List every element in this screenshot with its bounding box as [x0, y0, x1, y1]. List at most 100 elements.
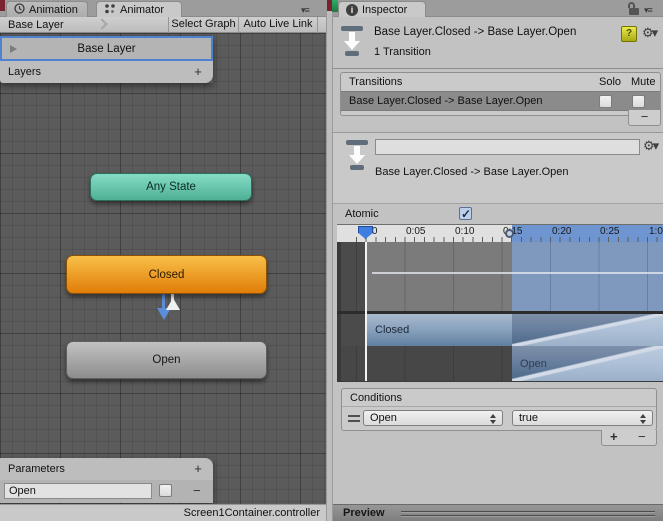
transition-list-row[interactable]: Base Layer.Closed -> Base Layer.Open: [341, 91, 660, 111]
transitions-group: Transitions Solo Mute Base Layer.Closed …: [340, 72, 661, 116]
transition-row-label: Base Layer.Closed -> Base Layer.Open: [349, 95, 543, 107]
remove-condition-button[interactable]: −: [638, 430, 646, 444]
parameters-header-label: Parameters: [8, 463, 65, 475]
tab-inspector[interactable]: Inspector: [338, 1, 426, 17]
controller-path-label: Screen1Container.controller: [183, 507, 320, 519]
add-parameter-button[interactable]: +: [191, 458, 205, 480]
tick-label: 1:00: [649, 226, 663, 237]
help-icon[interactable]: [621, 26, 637, 42]
state-node-closed[interactable]: Closed: [66, 255, 267, 294]
breadcrumb[interactable]: Base Layer: [8, 18, 64, 32]
parameters-panel: Parameters + −: [0, 458, 213, 503]
animator-toolbar: Base Layer Select Graph Auto Live Link: [0, 17, 326, 33]
panel-menu-icon[interactable]: [644, 5, 662, 17]
panel-splitter[interactable]: [326, 0, 333, 521]
timeline-gridlines: [341, 242, 663, 311]
atomic-label: Atomic: [345, 208, 379, 220]
playhead-line[interactable]: [365, 242, 367, 381]
layer-item-base-layer[interactable]: Base Layer: [0, 36, 213, 61]
layers-header-label: Layers: [8, 66, 42, 78]
conditions-group: Conditions Open true: [341, 388, 657, 431]
info-icon: [346, 3, 358, 16]
layer-item-label: Base Layer: [77, 42, 136, 55]
transition-detail-label: Base Layer.Closed -> Base Layer.Open: [375, 166, 569, 178]
inspector-header: Base Layer.Closed -> Base Layer.Open 1 T…: [333, 17, 663, 69]
gear-icon[interactable]: [643, 139, 657, 153]
state-label: Open: [152, 354, 181, 366]
parameter-row: −: [0, 480, 213, 503]
tab-animator-label: Animator: [120, 3, 165, 16]
fade-out-wedge: [512, 314, 663, 346]
condition-value-dropdown[interactable]: true: [512, 410, 653, 426]
condition-value: true: [519, 412, 538, 424]
tick-label: 0:20: [552, 226, 572, 237]
tick-label: 0:10: [455, 226, 475, 237]
panel-menu-icon[interactable]: [301, 5, 319, 17]
tick-label: 0:05: [406, 226, 426, 237]
unity-editor-window: Animation Animator Base Layer Select Gra…: [0, 0, 663, 521]
clock-icon: [14, 2, 25, 17]
mute-column-label: Mute: [631, 76, 656, 88]
tab-animator[interactable]: Animator: [96, 1, 182, 17]
transition-start-marker[interactable]: [505, 229, 514, 238]
transition-arrowhead-up-icon: [166, 298, 180, 310]
transition-count: 1 Transition: [374, 46, 431, 58]
clip-label: Open: [520, 357, 547, 370]
transitions-group-header: Transitions Solo Mute: [341, 73, 660, 91]
dock-indicator-red: [0, 0, 5, 11]
auto-live-link-button[interactable]: Auto Live Link: [238, 17, 318, 33]
transitions-group-footer: [341, 111, 660, 115]
parameters-header: Parameters +: [0, 458, 213, 480]
state-node-any-state[interactable]: Any State: [90, 173, 252, 201]
preview-drag-handle[interactable]: [401, 511, 655, 517]
reorder-handle-icon[interactable]: [348, 415, 360, 422]
add-condition-button[interactable]: +: [610, 430, 618, 444]
blend-band: [341, 242, 663, 311]
condition-parameter-value: Open: [370, 412, 397, 424]
inspector-panel: Inspector Base Layer.Closed -> Base Laye…: [327, 0, 663, 521]
transitions-header-label: Transitions: [349, 76, 403, 88]
transition-title: Base Layer.Closed -> Base Layer.Open: [374, 26, 577, 38]
conditions-header-label: Conditions: [350, 392, 402, 404]
gear-icon[interactable]: [642, 26, 656, 40]
solo-checkbox[interactable]: [599, 95, 612, 108]
conditions-add-remove: + −: [601, 430, 657, 446]
select-graph-button[interactable]: Select Graph: [168, 17, 238, 33]
layers-header: Layers +: [0, 61, 213, 83]
status-bar: Screen1Container.controller: [0, 504, 326, 521]
lock-icon[interactable]: [627, 2, 640, 15]
conditions-header: Conditions: [342, 389, 656, 407]
mute-checkbox[interactable]: [632, 95, 645, 108]
inspector-tab-bar: Inspector: [327, 0, 663, 17]
tab-animation[interactable]: Animation: [6, 1, 88, 17]
state-label: Closed: [148, 268, 185, 281]
animator-graph-canvas[interactable]: Any State Closed Open Base Layer Layers …: [0, 33, 326, 504]
dropdown-arrows-icon: [490, 414, 497, 424]
transition-icon: [346, 140, 368, 172]
condition-row: Open true: [342, 407, 656, 430]
transition-timeline: 0:00 0:05 0:10 0:15 0:20 0:25 1:00: [337, 224, 663, 382]
state-node-open[interactable]: Open: [66, 341, 267, 379]
transition-detail-box: Base Layer.Closed -> Base Layer.Open: [333, 132, 663, 204]
solo-column-label: Solo: [599, 76, 622, 88]
blend-curve-line: [372, 272, 663, 274]
add-layer-button[interactable]: +: [191, 61, 205, 83]
layers-panel: Base Layer Layers +: [0, 36, 213, 83]
timeline-ruler[interactable]: 0:00 0:05 0:10 0:15 0:20 0:25 1:00: [337, 225, 663, 242]
atomic-checkbox[interactable]: [459, 207, 472, 221]
preview-bar[interactable]: Preview: [333, 504, 663, 521]
tab-animation-label: Animation: [29, 3, 78, 16]
tab-inspector-label: Inspector: [362, 3, 408, 16]
transition-name-input[interactable]: [375, 139, 640, 155]
parameter-value-checkbox[interactable]: [159, 484, 172, 497]
remove-transition-button[interactable]: −: [628, 110, 661, 126]
breadcrumb-chevron-icon: [96, 18, 108, 30]
remove-parameter-button[interactable]: −: [193, 483, 201, 498]
condition-parameter-dropdown[interactable]: Open: [363, 410, 503, 426]
preview-label: Preview: [343, 507, 385, 519]
foldout-triangle-icon[interactable]: [10, 45, 17, 53]
transition-icon: [341, 26, 363, 56]
parameter-name-input[interactable]: [4, 483, 152, 499]
clip-bar-closed[interactable]: Closed: [366, 314, 663, 346]
clip-bar-open[interactable]: Open: [512, 346, 663, 381]
